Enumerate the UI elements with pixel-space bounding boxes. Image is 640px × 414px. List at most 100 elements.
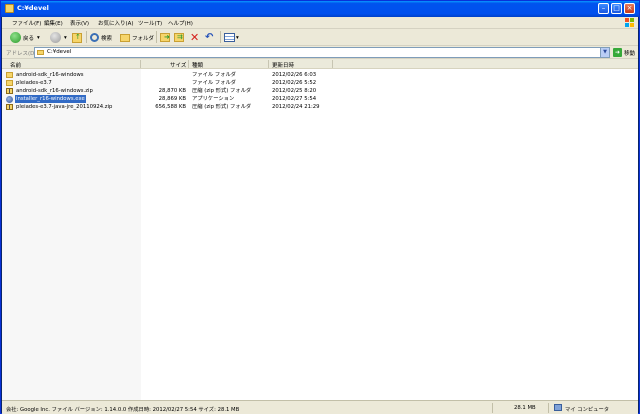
- file-size: 656,588 KB: [155, 104, 186, 110]
- file-type: ファイル フォルダ: [192, 80, 237, 86]
- go-label: 移動: [624, 50, 636, 57]
- menu-help[interactable]: ヘルプ(H): [168, 19, 193, 27]
- list-item[interactable]: pleiades-e3.7 ファイル フォルダ 2012/02/26 5:52: [2, 79, 638, 87]
- file-size: 28,869 KB: [158, 96, 186, 102]
- column-divider[interactable]: [268, 60, 269, 68]
- file-list[interactable]: 名前 サイズ 種類 更新日時 android-sdk_r16-windows フ…: [2, 59, 638, 400]
- toolbar-divider: [156, 31, 157, 43]
- column-divider[interactable]: [188, 60, 189, 68]
- status-details: 会社: Google Inc. ファイル バージョン: 1.14.0.0 作成日…: [6, 407, 240, 413]
- views-button[interactable]: ▾: [224, 31, 239, 44]
- search-label: 検索: [101, 35, 113, 42]
- column-header: 名前 サイズ 種類 更新日時: [2, 59, 638, 69]
- search-icon: [90, 33, 99, 42]
- list-item-selected[interactable]: installer_r16-windows.exe 28,869 KB アプリケ…: [2, 95, 638, 103]
- address-input[interactable]: C:¥devel ▼: [34, 47, 610, 58]
- column-modified[interactable]: 更新日時: [272, 61, 294, 69]
- file-size: 28,870 KB: [158, 88, 186, 94]
- list-item[interactable]: android-sdk_r16-windows.zip 28,870 KB 圧縮…: [2, 87, 638, 95]
- windows-logo-icon: [625, 18, 634, 27]
- status-divider: [492, 403, 493, 413]
- folder-icon: [6, 80, 13, 86]
- list-item[interactable]: pleiades-e3.7-java-jre_20110924.zip 656,…: [2, 103, 638, 111]
- list-item[interactable]: android-sdk_r16-windows ファイル フォルダ 2012/0…: [2, 71, 638, 79]
- chevron-down-icon[interactable]: ▾: [37, 35, 40, 41]
- explorer-window: C:¥devel – □ × ファイル(F) 編集(E) 表示(V) お気に入り…: [0, 0, 640, 414]
- chevron-down-icon[interactable]: ▾: [64, 35, 67, 41]
- chevron-down-icon[interactable]: ▾: [236, 35, 239, 41]
- file-type: 圧縮 (zip 形式) フォルダ: [192, 88, 252, 94]
- toolbar-divider: [220, 31, 221, 43]
- window-title: C:¥devel: [17, 4, 49, 12]
- back-label: 戻る: [23, 35, 35, 42]
- minimize-button[interactable]: –: [598, 3, 609, 14]
- file-name: android-sdk_r16-windows.zip: [16, 88, 93, 94]
- menu-view[interactable]: 表示(V): [70, 19, 89, 27]
- column-name[interactable]: 名前: [10, 61, 21, 69]
- delete-button[interactable]: ✕: [190, 31, 199, 44]
- status-size: 28.1 MB: [514, 405, 536, 411]
- installer-icon: [6, 96, 13, 103]
- copy-to-button[interactable]: ⇉: [174, 31, 184, 44]
- search-button[interactable]: 検索: [90, 31, 112, 44]
- forward-arrow-icon: [50, 32, 61, 43]
- file-modified: 2012/02/25 8:20: [272, 88, 317, 94]
- file-name: installer_r16-windows.exe: [15, 95, 86, 103]
- toolbar-divider: [86, 31, 87, 43]
- file-type: ファイル フォルダ: [192, 72, 237, 78]
- move-to-button[interactable]: ➜: [160, 31, 170, 44]
- up-folder-button[interactable]: ↑: [72, 31, 82, 44]
- undo-button[interactable]: ↶: [205, 31, 213, 44]
- address-bar: アドレス(D) C:¥devel ▼ ➜ 移動: [2, 46, 638, 59]
- undo-icon: ↶: [205, 31, 214, 43]
- folders-label: フォルダ: [132, 35, 155, 42]
- menu-tools[interactable]: ツール(T): [138, 19, 162, 27]
- zip-folder-icon: [6, 104, 13, 110]
- folder-icon: [5, 4, 14, 13]
- file-name: pleiades-e3.7-java-jre_20110924.zip: [16, 104, 113, 110]
- file-name: android-sdk_r16-windows: [16, 72, 84, 78]
- menu-favorites[interactable]: お気に入り(A): [98, 19, 134, 27]
- status-divider: [548, 403, 549, 413]
- maximize-button[interactable]: □: [611, 3, 622, 14]
- copy-to-icon: ⇉: [174, 33, 184, 42]
- folder-icon: [6, 72, 13, 78]
- my-computer-icon: [554, 404, 562, 411]
- file-name: pleiades-e3.7: [16, 80, 52, 86]
- chevron-down-icon[interactable]: ▼: [600, 48, 609, 57]
- go-button[interactable]: ➜ 移動: [613, 48, 635, 57]
- menu-edit[interactable]: 編集(E): [44, 19, 63, 27]
- file-type: アプリケーション: [192, 96, 235, 102]
- status-location: マイ コンピュータ: [565, 407, 610, 413]
- column-type[interactable]: 種類: [192, 61, 203, 69]
- go-arrow-icon: ➜: [613, 48, 622, 57]
- file-type: 圧縮 (zip 形式) フォルダ: [192, 104, 252, 110]
- sorted-column-background: [2, 69, 141, 400]
- file-modified: 2012/02/26 5:52: [272, 80, 317, 86]
- column-divider[interactable]: [140, 60, 141, 68]
- folders-button[interactable]: フォルダ: [120, 31, 154, 44]
- file-modified: 2012/02/24 21:29: [272, 104, 320, 110]
- column-divider[interactable]: [332, 60, 333, 68]
- back-arrow-icon: [10, 32, 21, 43]
- back-button[interactable]: 戻る ▾: [10, 31, 40, 44]
- folders-icon: [120, 33, 130, 42]
- address-value: C:¥devel: [47, 49, 72, 55]
- delete-icon: ✕: [190, 31, 200, 44]
- move-to-icon: ➜: [160, 33, 170, 42]
- file-modified: 2012/02/26 6:03: [272, 72, 317, 78]
- address-label: アドレス(D): [6, 51, 37, 57]
- file-modified: 2012/02/27 5:54: [272, 96, 317, 102]
- up-folder-icon: ↑: [72, 32, 82, 43]
- zip-folder-icon: [6, 88, 13, 94]
- menu-bar: ファイル(F) 編集(E) 表示(V) お気に入り(A) ツール(T) ヘルプ(…: [2, 17, 638, 29]
- forward-button[interactable]: ▾: [50, 31, 67, 44]
- close-button[interactable]: ×: [624, 3, 635, 14]
- toolbar: 戻る ▾ ▾ ↑ 検索 フォルダ ➜ ⇉ ✕ ↶ ▾: [2, 29, 638, 46]
- menu-file[interactable]: ファイル(F): [12, 19, 41, 27]
- title-bar[interactable]: C:¥devel – □ ×: [1, 1, 639, 17]
- column-size[interactable]: サイズ: [170, 61, 186, 69]
- folder-icon: [37, 50, 44, 55]
- status-bar: 会社: Google Inc. ファイル バージョン: 1.14.0.0 作成日…: [2, 400, 638, 414]
- views-icon: [224, 33, 235, 42]
